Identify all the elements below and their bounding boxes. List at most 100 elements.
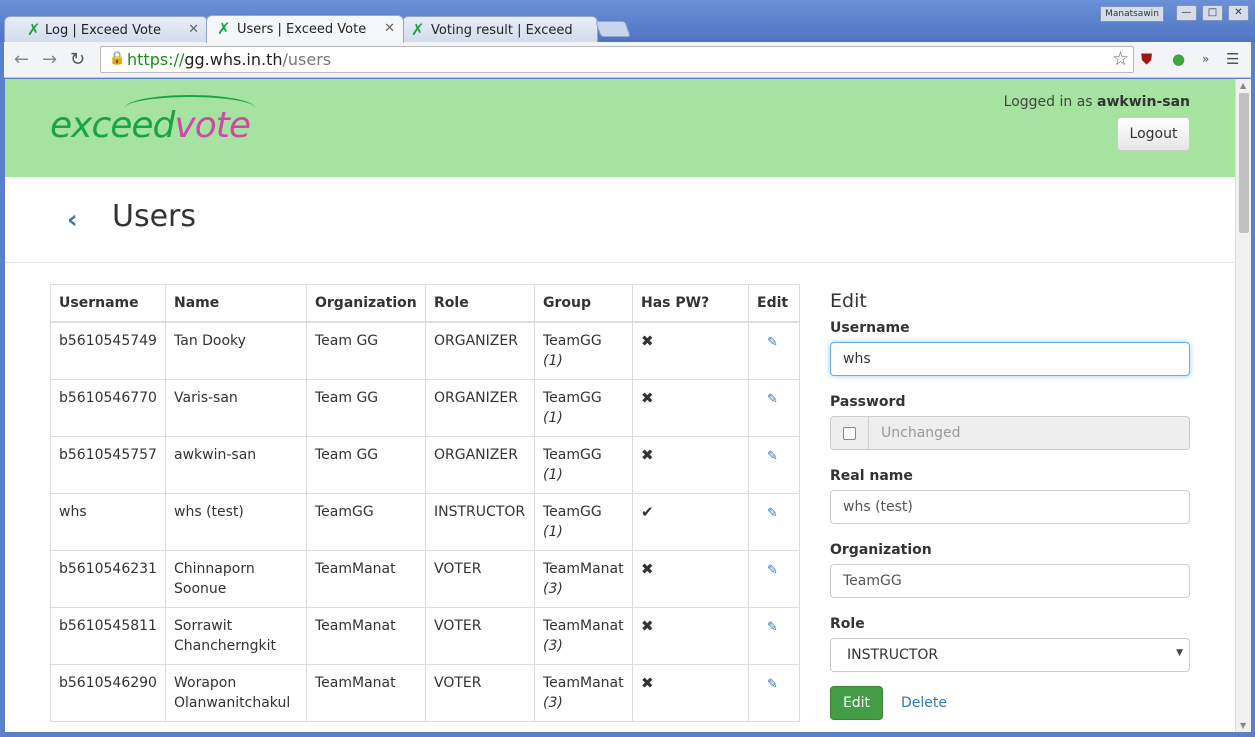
back-arrow-icon[interactable]: ← xyxy=(14,49,29,70)
table-header-row: Username Name Organization Role Group Ha… xyxy=(50,284,800,323)
realname-field[interactable]: whs (test) xyxy=(830,490,1190,524)
group-count: (1) xyxy=(543,466,563,483)
group-name: TeamGG xyxy=(543,446,602,463)
cell-group: TeamManat (3) xyxy=(534,606,633,665)
minimize-icon[interactable]: — xyxy=(1176,5,1197,21)
exceedvote-logo[interactable]: exceedvote xyxy=(50,105,251,146)
menu-icon[interactable]: ☰ xyxy=(1226,50,1239,68)
cell-group: TeamGG (1) xyxy=(534,492,633,551)
cell-name: Chinnaporn Soonue xyxy=(165,549,307,608)
extension-leaf-icon[interactable]: ● xyxy=(1172,50,1185,68)
cell-has-pw: ✔ xyxy=(632,492,749,551)
cell-role: VOTER xyxy=(425,549,535,608)
exceed-favicon-icon: ✗ xyxy=(27,20,41,39)
page-title-bar: ‹ Users xyxy=(5,177,1235,263)
role-selected-value: INSTRUCTOR xyxy=(847,647,939,663)
column-header[interactable]: Has PW? xyxy=(632,284,749,323)
cell-group: TeamGG (1) xyxy=(534,321,633,380)
username-field[interactable]: whs xyxy=(830,342,1190,376)
close-window-icon[interactable]: ✕ xyxy=(1228,5,1249,21)
cell-group: TeamGG (1) xyxy=(534,435,633,494)
cell-edit: ✎ xyxy=(748,606,800,665)
password-field[interactable]: Unchanged xyxy=(868,416,1190,450)
edit-user-panel: Edit Username whs Password Unchanged Rea… xyxy=(830,290,1190,720)
column-header[interactable]: Name xyxy=(165,284,307,323)
column-header[interactable]: Organization xyxy=(306,284,426,323)
pencil-icon[interactable]: ✎ xyxy=(757,559,778,581)
page-title: Users xyxy=(112,199,197,234)
edit-submit-button[interactable]: Edit xyxy=(830,686,883,720)
group-name: TeamGG xyxy=(543,389,602,406)
browser-window: ✗ Log | Exceed Vote ✕ ✗ Users | Exceed V… xyxy=(0,0,1255,737)
column-header: Edit xyxy=(748,284,800,323)
chevron-left-icon[interactable]: ‹ xyxy=(67,205,78,235)
reload-icon[interactable]: ↻ xyxy=(70,49,85,70)
exceed-favicon-icon: ✗ xyxy=(217,19,231,38)
change-password-checkbox[interactable] xyxy=(843,427,856,440)
tab-log[interactable]: ✗ Log | Exceed Vote ✕ xyxy=(4,16,208,42)
cell-name: whs (test) xyxy=(165,492,307,551)
password-label: Password xyxy=(830,394,906,410)
cell-edit: ✎ xyxy=(748,549,800,608)
cross-icon: ✖ xyxy=(641,388,654,407)
column-header[interactable]: Role xyxy=(425,284,535,323)
edit-heading: Edit xyxy=(830,290,867,312)
cell-username: b5610546770 xyxy=(50,378,166,437)
cell-name: Tan Dooky xyxy=(165,321,307,380)
group-count: (1) xyxy=(543,409,563,426)
table-row: b5610546231 Chinnaporn Soonue TeamManat VOT… xyxy=(50,549,800,608)
group-count: (3) xyxy=(543,637,563,654)
group-name: TeamGG xyxy=(543,503,602,520)
role-label: Role xyxy=(830,616,865,632)
cell-edit: ✎ xyxy=(748,492,800,551)
cell-organization: Team GG xyxy=(306,378,426,437)
pencil-icon[interactable]: ✎ xyxy=(757,502,778,524)
ublock-icon[interactable]: ⛊ xyxy=(1141,50,1152,68)
url-scheme: https:// xyxy=(127,50,185,69)
cell-edit: ✎ xyxy=(748,321,800,380)
column-header[interactable]: Group xyxy=(534,284,633,323)
pencil-icon[interactable]: ✎ xyxy=(757,445,778,467)
group-name: TeamGG xyxy=(543,332,602,349)
cell-organization: TeamManat xyxy=(306,606,426,665)
pencil-icon[interactable]: ✎ xyxy=(757,673,778,695)
cell-username: b5610545757 xyxy=(50,435,166,494)
delete-link[interactable]: Delete xyxy=(901,695,947,711)
logout-button[interactable]: Logout xyxy=(1117,117,1190,151)
cell-organization: TeamManat xyxy=(306,663,426,722)
page-scrollbar[interactable]: ▲ ▼ xyxy=(1235,79,1251,732)
tab-users[interactable]: ✗ Users | Exceed Vote ✕ xyxy=(206,15,404,43)
pencil-icon[interactable]: ✎ xyxy=(757,331,778,353)
more-extensions-icon[interactable]: » xyxy=(1202,52,1209,66)
scroll-down-icon[interactable]: ▼ xyxy=(1240,721,1246,730)
pencil-icon[interactable]: ✎ xyxy=(757,388,778,410)
users-table: Username Name Organization Role Group Ha… xyxy=(50,284,800,722)
organization-field[interactable]: TeamGG xyxy=(830,564,1190,598)
cell-username: b5610546231 xyxy=(50,549,166,608)
tab-label: Users | Exceed Vote xyxy=(237,22,367,37)
cell-role: ORGANIZER xyxy=(425,321,535,380)
new-tab-button[interactable] xyxy=(595,21,631,37)
pencil-icon[interactable]: ✎ xyxy=(757,616,778,638)
cell-group: TeamManat (3) xyxy=(534,549,633,608)
logged-in-username: awkwin-san xyxy=(1097,94,1190,110)
tab-voting-result[interactable]: ✗ Voting result | Exceed xyxy=(402,16,598,42)
maximize-icon[interactable]: □ xyxy=(1202,5,1223,21)
cell-username: whs xyxy=(50,492,166,551)
role-select[interactable]: INSTRUCTOR ▼ xyxy=(830,638,1190,672)
url-host: gg.whs.in.th xyxy=(184,50,283,69)
cell-has-pw: ✖ xyxy=(632,435,749,494)
group-name: TeamManat xyxy=(543,560,624,577)
close-tab-icon[interactable]: ✕ xyxy=(188,22,199,37)
column-header[interactable]: Username xyxy=(50,284,166,323)
close-tab-icon[interactable]: ✕ xyxy=(384,21,395,36)
forward-arrow-icon[interactable]: → xyxy=(42,49,57,70)
address-bar[interactable]: 🔒 https://gg.whs.in.th/users ☆ xyxy=(100,46,1134,73)
group-name: TeamManat xyxy=(543,617,624,634)
tab-strip: ✗ Log | Exceed Vote ✕ ✗ Users | Exceed V… xyxy=(0,0,1255,43)
bookmark-star-icon[interactable]: ☆ xyxy=(1112,48,1129,70)
scroll-up-icon[interactable]: ▲ xyxy=(1240,81,1246,90)
scrollbar-thumb[interactable] xyxy=(1239,93,1249,233)
cell-edit: ✎ xyxy=(748,663,800,722)
cell-name: Sorrawit Chancherngkit xyxy=(165,606,307,665)
